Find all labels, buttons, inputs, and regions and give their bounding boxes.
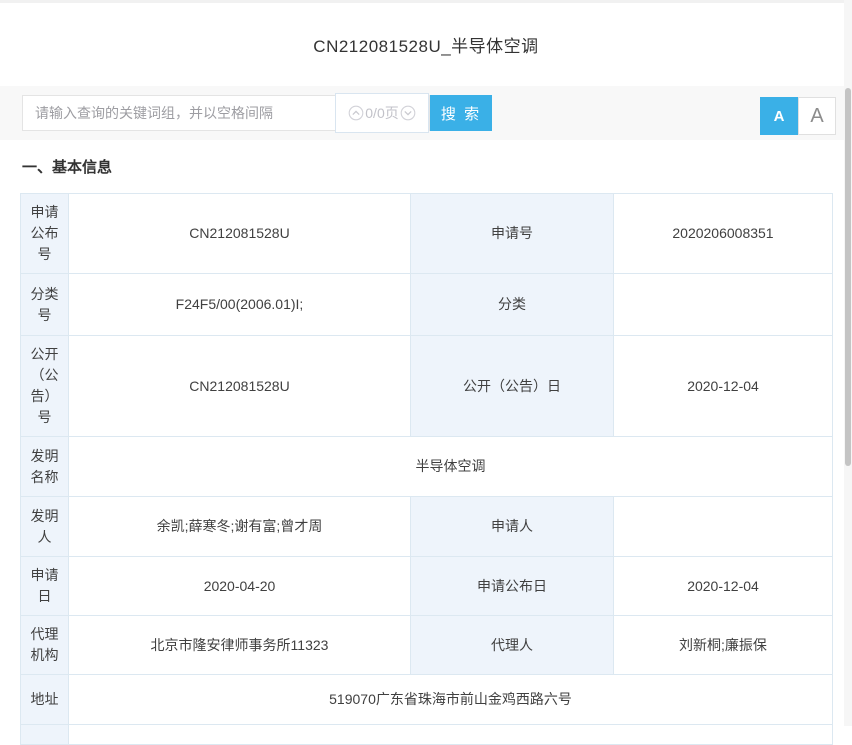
scrollbar-thumb[interactable] xyxy=(845,88,851,466)
field-value: 半导体空调 xyxy=(69,437,833,497)
field-label: 申请公布号 xyxy=(21,194,69,274)
field-value: CN212081528U xyxy=(69,194,411,274)
page-header: CN212081528U_半导体空调 xyxy=(0,3,852,86)
field-value: 刘新桐;廉振保 xyxy=(614,616,833,675)
main-content: 一、基本信息 申请公布号 CN212081528U 申请号 2020206008… xyxy=(0,140,852,726)
field-label: 发明人 xyxy=(21,497,69,557)
field-value: 2020206008351 xyxy=(614,194,833,274)
field-label: 代理机构 xyxy=(21,616,69,675)
field-label: 公开（公告）号 xyxy=(21,336,69,437)
table-row: 代理机构 北京市隆安律师事务所11323 代理人 刘新桐;廉振保 xyxy=(21,616,833,675)
field-label: 发明名称 xyxy=(21,437,69,497)
search-toolbar: 0/0页 搜 索 A A xyxy=(0,86,852,140)
field-value xyxy=(614,274,833,336)
chevron-up-circle-icon[interactable] xyxy=(348,105,364,121)
scrollbar[interactable] xyxy=(844,0,852,726)
table-row: 公开（公告）号 CN212081528U 公开（公告）日 2020-12-04 xyxy=(21,336,833,437)
search-box: 0/0页 xyxy=(22,95,430,131)
font-size-toggle: A A xyxy=(760,97,836,135)
basic-info-table: 申请公布号 CN212081528U 申请号 2020206008351 分类号… xyxy=(20,193,833,745)
field-value: F24F5/00(2006.01)I; xyxy=(69,274,411,336)
field-value: 余凯;薛寒冬;谢有富;曾才周 xyxy=(69,497,411,557)
field-value: 2020-12-04 xyxy=(614,336,833,437)
table-row: 申请公布号 CN212081528U 申请号 2020206008351 xyxy=(21,194,833,274)
chevron-down-circle-icon[interactable] xyxy=(400,105,416,121)
section-title: 一、基本信息 xyxy=(22,156,112,177)
field-value: 519070广东省珠海市前山金鸡西路六号 xyxy=(69,675,833,725)
search-input[interactable] xyxy=(23,96,335,130)
table-row: 发明人 余凯;薛寒冬;谢有富;曾才周 申请人 xyxy=(21,497,833,557)
table-row: 分类号 F24F5/00(2006.01)I; 分类 xyxy=(21,274,833,336)
field-label: 分类号 xyxy=(21,274,69,336)
field-label: 地址 xyxy=(21,675,69,725)
pager-count: 0/0页 xyxy=(365,103,398,123)
table-row: 发明名称 半导体空调 xyxy=(21,437,833,497)
table-row: 地址 519070广东省珠海市前山金鸡西路六号 xyxy=(21,675,833,725)
field-label xyxy=(21,725,69,745)
table-row: 申请日 2020-04-20 申请公布日 2020-12-04 xyxy=(21,557,833,616)
search-button[interactable]: 搜 索 xyxy=(430,95,492,131)
field-label: 申请号 xyxy=(411,194,614,274)
field-label: 申请日 xyxy=(21,557,69,616)
field-value xyxy=(69,725,833,745)
field-value xyxy=(614,497,833,557)
search-result-pager: 0/0页 xyxy=(335,93,429,133)
font-size-small-button[interactable]: A xyxy=(760,97,798,135)
field-value: 北京市隆安律师事务所11323 xyxy=(69,616,411,675)
field-value: 2020-04-20 xyxy=(69,557,411,616)
field-label: 申请人 xyxy=(411,497,614,557)
field-label: 公开（公告）日 xyxy=(411,336,614,437)
field-label: 代理人 xyxy=(411,616,614,675)
field-label: 申请公布日 xyxy=(411,557,614,616)
table-row xyxy=(21,725,833,745)
field-value: 2020-12-04 xyxy=(614,557,833,616)
field-value: CN212081528U xyxy=(69,336,411,437)
font-size-large-button[interactable]: A xyxy=(798,97,836,135)
field-label: 分类 xyxy=(411,274,614,336)
page-title: CN212081528U_半导体空调 xyxy=(313,32,538,57)
